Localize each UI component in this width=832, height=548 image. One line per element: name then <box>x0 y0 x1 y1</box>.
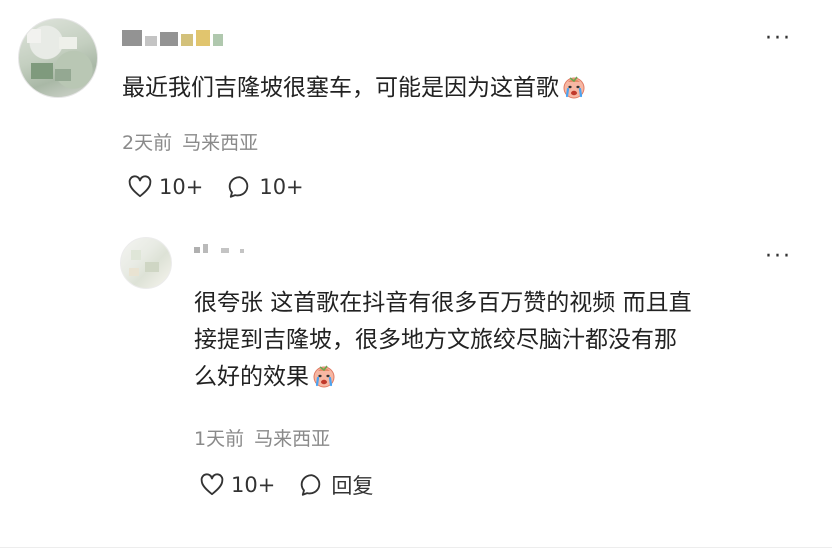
reply-username[interactable] <box>194 244 244 253</box>
reply-like-button[interactable]: 10+ <box>199 472 275 498</box>
reply-text-line: 很夸张 这首歌在抖音有很多百万赞的视频 而且直 <box>194 290 692 316</box>
comment-actions: 10+ 10+ <box>127 174 304 200</box>
comment-text-content: 最近我们吉隆坡很塞车，可能是因为这首歌 <box>122 75 559 101</box>
reply-count: 10+ <box>259 175 304 199</box>
reply-time: 1天前 <box>194 428 245 450</box>
heart-icon <box>200 473 224 496</box>
reply-location: 马来西亚 <box>254 428 331 450</box>
like-count: 10+ <box>159 175 204 199</box>
reply-like-count: 10+ <box>231 473 276 497</box>
speech-bubble-icon <box>229 176 249 198</box>
speech-bubble-icon <box>301 474 321 496</box>
comment-meta: 2天前 马来西亚 <box>122 128 258 155</box>
reply-text-line-last: 么好的效果 <box>194 359 692 396</box>
like-button[interactable]: 10+ <box>127 174 203 200</box>
comment-text: 最近我们吉隆坡很塞车，可能是因为这首歌 <box>122 70 586 107</box>
avatar[interactable] <box>18 18 98 98</box>
reply-avatar[interactable] <box>120 237 172 289</box>
reply-count-button[interactable]: 10+ <box>227 174 304 200</box>
more-dots-icon[interactable]: ··· <box>765 28 792 50</box>
reply-more-dots-icon[interactable]: ··· <box>765 246 792 268</box>
reply-text: 很夸张 这首歌在抖音有很多百万赞的视频 而且直 接提到吉隆坡，很多地方文旅绞尽脑… <box>194 285 692 396</box>
crying-face-emoji <box>563 76 585 99</box>
reply-button[interactable]: 回复 <box>299 470 373 500</box>
reply-actions: 10+ 回复 <box>199 470 373 500</box>
crying-face-emoji <box>313 365 335 388</box>
comment-location: 马来西亚 <box>182 132 259 154</box>
heart-icon <box>128 175 152 198</box>
reply-text-line: 么好的效果 <box>194 364 309 390</box>
reply-meta: 1天前 马来西亚 <box>194 424 330 451</box>
comment-time: 2天前 <box>122 132 173 154</box>
reply-button-label: 回复 <box>331 474 374 498</box>
username[interactable] <box>122 30 223 46</box>
reply-text-line: 接提到吉隆坡，很多地方文旅绞尽脑汁都没有那 <box>194 327 677 353</box>
